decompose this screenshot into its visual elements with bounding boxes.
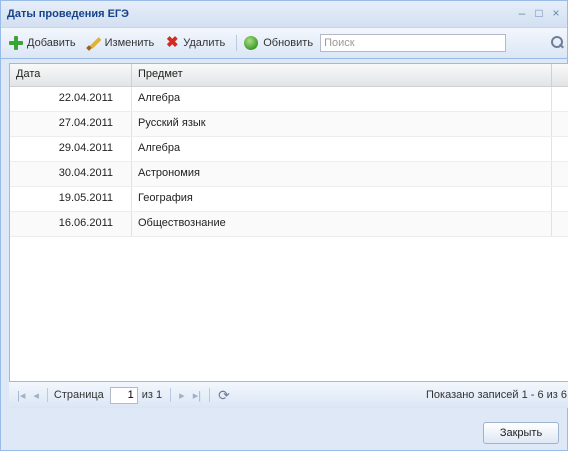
edit-button[interactable]: Изменить (83, 32, 158, 54)
close-button[interactable]: Закрыть (483, 422, 559, 444)
pager-separator (209, 388, 211, 402)
pager-separator (170, 388, 172, 402)
refresh-button[interactable]: Обновить (241, 32, 316, 54)
column-header-date[interactable]: Дата (10, 64, 132, 86)
pager-refresh-icon[interactable]: ⟳ (218, 387, 230, 404)
first-page-icon[interactable]: |◂ (17, 389, 25, 402)
page-count-label: из 1 (141, 389, 163, 401)
delete-icon: ✖ (165, 34, 179, 51)
dates-grid: Дата Предмет 22.04.2011 Алгебра 27.04.20… (9, 63, 568, 382)
column-header-subject[interactable]: Предмет (132, 64, 552, 86)
prev-page-icon[interactable]: ◂ (33, 389, 39, 402)
grid-header: Дата Предмет (10, 64, 568, 87)
minimize-icon[interactable]: – (515, 7, 529, 21)
table-row[interactable]: 30.04.2011 Астрономия (10, 162, 568, 187)
title-bar[interactable]: Даты проведения ЕГЭ – □ × (1, 1, 567, 28)
date-cell: 27.04.2011 (10, 112, 132, 136)
subject-cell: Обществознание (132, 212, 552, 236)
records-info: Показано записей 1 - 6 из 6 (426, 389, 567, 401)
plus-icon (8, 35, 24, 51)
dialog-window: Даты проведения ЕГЭ – □ × Добавить Измен… (0, 0, 568, 451)
pager-separator (46, 388, 48, 402)
toolbar-separator (236, 35, 238, 51)
search-icon[interactable] (549, 35, 565, 51)
page-number-input[interactable] (109, 386, 138, 404)
page-label: Страница (53, 389, 104, 401)
delete-button[interactable]: ✖ Удалить (161, 32, 228, 54)
subject-cell: География (132, 187, 552, 211)
table-row[interactable]: 27.04.2011 Русский язык (10, 112, 568, 137)
last-page-icon[interactable]: ▸| (193, 389, 201, 402)
maximize-icon[interactable]: □ (532, 7, 546, 21)
refresh-button-label: Обновить (263, 37, 314, 49)
window-controls: – □ × (515, 7, 563, 21)
table-row[interactable]: 19.05.2011 География (10, 187, 568, 212)
window-title: Даты проведения ЕГЭ (7, 8, 129, 20)
edit-button-label: Изменить (104, 37, 155, 49)
delete-button-label: Удалить (183, 37, 226, 49)
date-cell: 16.06.2011 (10, 212, 132, 236)
table-row[interactable]: 29.04.2011 Алгебра (10, 137, 568, 162)
subject-cell: Алгебра (132, 137, 552, 161)
search-input[interactable] (320, 34, 507, 52)
date-cell: 29.04.2011 (10, 137, 132, 161)
dialog-footer: Закрыть (1, 408, 567, 450)
subject-cell: Астрономия (132, 162, 552, 186)
date-cell: 19.05.2011 (10, 187, 132, 211)
refresh-icon (244, 36, 259, 50)
table-row[interactable]: 16.06.2011 Обществознание (10, 212, 568, 237)
add-button[interactable]: Добавить (5, 32, 79, 54)
add-button-label: Добавить (27, 37, 76, 49)
date-cell: 22.04.2011 (10, 87, 132, 111)
subject-cell: Русский язык (132, 112, 552, 136)
toolbar: Добавить Изменить ✖ Удалить Обновить (1, 28, 567, 59)
close-icon[interactable]: × (549, 7, 563, 21)
date-cell: 30.04.2011 (10, 162, 132, 186)
paging-toolbar: |◂ ◂ Страница из 1 ▸ ▸| ⟳ Показано запис… (9, 381, 568, 408)
pencil-icon (86, 35, 102, 51)
table-row[interactable]: 22.04.2011 Алгебра (10, 87, 568, 112)
next-page-icon[interactable]: ▸ (179, 389, 185, 402)
subject-cell: Алгебра (132, 87, 552, 111)
grid-body: 22.04.2011 Алгебра 27.04.2011 Русский яз… (10, 87, 568, 237)
